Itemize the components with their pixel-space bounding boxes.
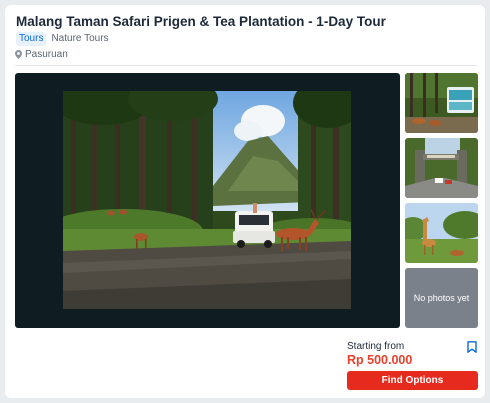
price-value: Rp 500.000: [347, 353, 413, 367]
activity-title: Malang Taman Safari Prigen & Tea Plantat…: [16, 14, 386, 29]
tag-tours[interactable]: Tours: [16, 32, 47, 46]
thumbnail-giraffe[interactable]: [405, 203, 478, 263]
location-pin-icon: [15, 49, 22, 59]
bookmark-icon[interactable]: [467, 341, 477, 353]
location: Pasuruan: [15, 48, 68, 60]
activity-card: Malang Taman Safari Prigen & Tea Plantat…: [5, 5, 485, 398]
tag-nature-tours[interactable]: Nature Tours: [51, 33, 108, 45]
thumbnail-park-gate[interactable]: [405, 138, 478, 198]
category-tags: Tours Nature Tours: [16, 32, 109, 46]
safari-road-photo: [63, 91, 351, 309]
main-photo[interactable]: [15, 73, 400, 328]
location-label: Pasuruan: [25, 48, 68, 60]
more-photos-tile[interactable]: No photos yet: [405, 268, 478, 328]
price-prefix: Starting from: [347, 341, 405, 352]
find-options-button[interactable]: Find Options: [347, 371, 478, 390]
thumbnail-safari-bus[interactable]: [405, 73, 478, 133]
divider: [15, 65, 477, 66]
